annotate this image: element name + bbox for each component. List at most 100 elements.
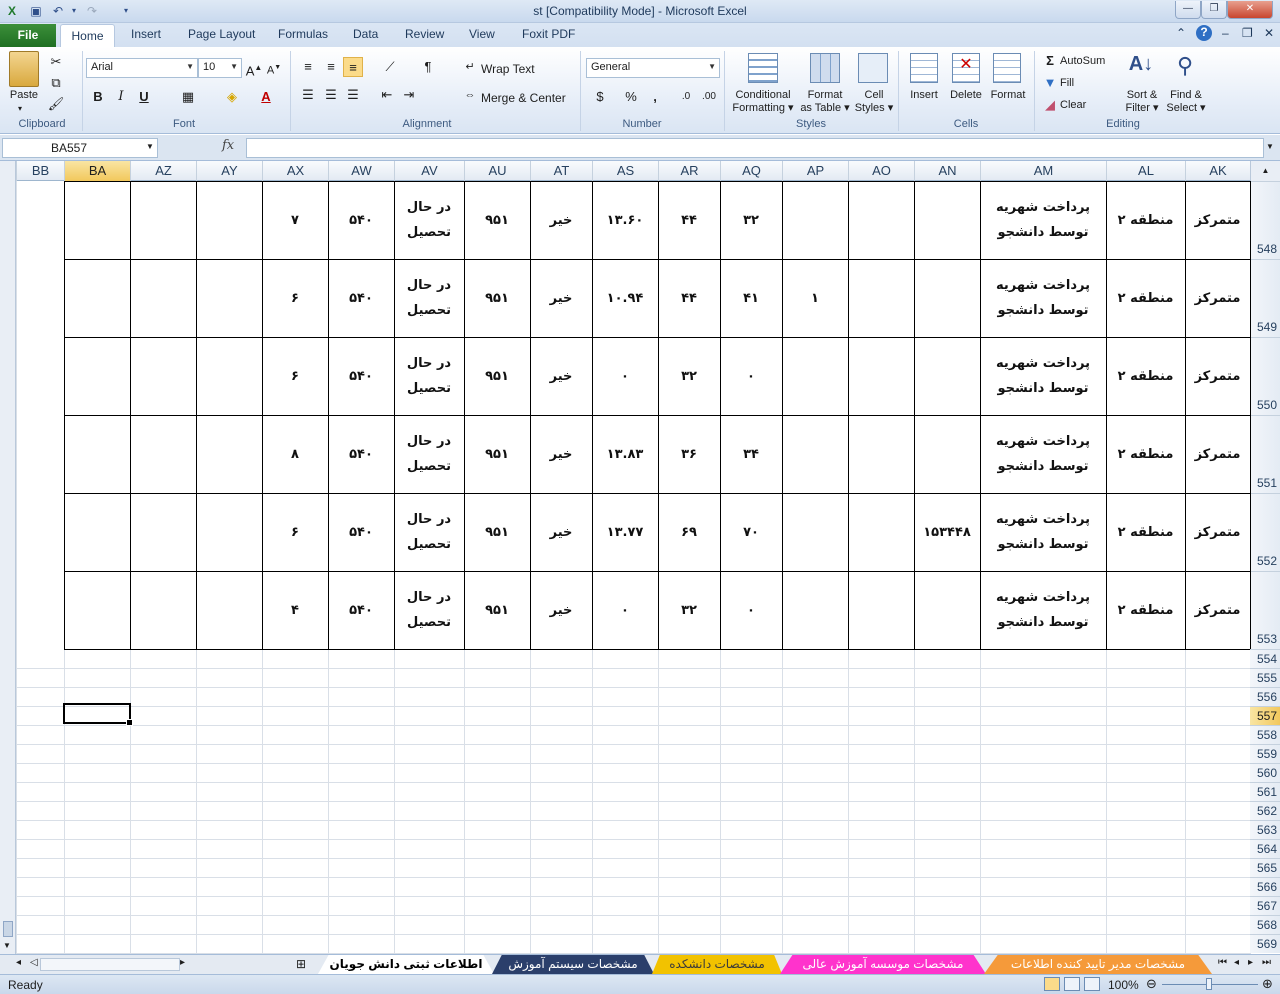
table-cell[interactable]: پرداخت شهریه توسط دانشجو [983,415,1103,493]
zoom-in-icon[interactable]: ⊕ [1262,976,1273,992]
row-header[interactable]: 548 [1250,181,1280,259]
underline-button[interactable]: U [134,87,154,107]
zoom-slider-thumb[interactable] [1206,978,1212,990]
workbook-restore-icon[interactable]: ❐ [1242,26,1253,40]
tab-scroll-left-icon[interactable]: ◂ [16,957,21,968]
table-cell[interactable]: ۳۲ [661,337,717,415]
tab-view[interactable]: View [469,27,495,41]
table-cell[interactable]: ۶۹ [661,493,717,571]
column-header[interactable]: AP [782,161,848,181]
table-cell[interactable]: ۰ [723,571,779,649]
align-left-icon[interactable]: ☰ [298,85,318,105]
font-color-icon[interactable]: A [256,87,276,107]
table-cell[interactable]: در حال تحصیل [397,571,461,649]
conditional-formatting-button[interactable]: Conditional Formatting ▾ [728,89,798,115]
row-header[interactable]: 568 [1250,915,1280,934]
column-header[interactable]: AK [1185,161,1250,181]
comma-button[interactable]: , [645,87,665,107]
table-cell[interactable]: ۱ [785,259,845,337]
sheet-tab[interactable]: مشخصات مدیر تایید کننده اطلاعات [984,955,1212,974]
table-cell[interactable] [917,571,977,649]
format-as-table-button[interactable]: Format as Table ▾ [798,89,852,115]
table-cell[interactable]: در حال تحصیل [397,181,461,259]
table-cell[interactable]: ۶ [265,337,325,415]
expand-formula-bar-icon[interactable]: ▼ [1266,142,1274,151]
column-header[interactable]: AS [592,161,658,181]
table-cell[interactable]: در حال تحصیل [397,259,461,337]
zoom-level[interactable]: 100% [1108,978,1139,992]
workbook-minimize-icon[interactable]: – [1222,26,1229,40]
name-box[interactable]: BA557 [2,138,158,158]
table-cell[interactable]: ۶ [265,259,325,337]
row-header[interactable]: 560 [1250,763,1280,782]
row-header[interactable]: 561 [1250,782,1280,801]
table-cell[interactable]: خیر [533,493,589,571]
align-middle-icon[interactable]: ≡ [321,57,341,77]
restore-button[interactable]: ❐ [1201,1,1227,19]
table-cell[interactable]: ۱۳.۷۷ [595,493,655,571]
currency-icon[interactable]: $ [590,87,610,107]
table-cell[interactable] [785,337,845,415]
table-cell[interactable]: پرداخت شهریه توسط دانشجو [983,337,1103,415]
table-cell[interactable]: متمرکز [1188,259,1247,337]
table-cell[interactable]: ۴۱ [723,259,779,337]
row-header[interactable]: 566 [1250,877,1280,896]
active-cell-selection[interactable] [63,703,133,726]
workbook-close-icon[interactable]: ✕ [1264,26,1274,40]
fill-color-icon[interactable]: ◈ [222,87,242,107]
row-header[interactable]: 557 [1250,706,1280,725]
table-cell[interactable]: خیر [533,181,589,259]
table-cell[interactable]: خیر [533,571,589,649]
table-cell[interactable]: خیر [533,415,589,493]
align-bottom-icon[interactable]: ≡ [343,57,363,77]
table-cell[interactable]: ۵۴۰ [331,415,391,493]
find-select-button[interactable]: Find & Select ▾ [1164,89,1208,115]
table-cell[interactable]: ۹۵۱ [467,337,527,415]
column-header[interactable]: BA [64,161,130,181]
table-cell[interactable]: منطقه ۲ [1109,181,1182,259]
sheet-tab[interactable]: اطلاعات ثبتی دانش جویان [318,955,494,974]
borders-icon[interactable]: ▦ [178,87,198,107]
column-header[interactable]: AU [464,161,530,181]
table-cell[interactable]: ۴ [265,571,325,649]
row-header[interactable]: 569 [1250,934,1280,953]
tab-last-icon[interactable]: ⏭ [1262,957,1271,968]
zoom-out-icon[interactable]: ⊖ [1146,976,1157,992]
tab-formulas[interactable]: Formulas [278,27,328,41]
table-cell[interactable]: منطقه ۲ [1109,415,1182,493]
column-header[interactable]: AM [980,161,1106,181]
italic-button[interactable]: I [111,87,131,107]
row-header[interactable]: 565 [1250,858,1280,877]
sheet-tab[interactable]: مشخصات موسسه آموزش عالی [780,955,986,974]
table-cell[interactable] [917,337,977,415]
column-header[interactable]: AV [394,161,464,181]
table-cell[interactable]: پرداخت شهریه توسط دانشجو [983,181,1103,259]
close-button[interactable]: ✕ [1227,1,1273,19]
table-cell[interactable]: متمرکز [1188,415,1247,493]
name-box-dropdown-icon[interactable]: ▼ [146,142,154,151]
table-cell[interactable]: ۵۴۰ [331,493,391,571]
column-header[interactable]: AY [196,161,262,181]
column-header[interactable]: AR [658,161,720,181]
table-cell[interactable]: ۳۴ [723,415,779,493]
tab-foxit-pdf[interactable]: Foxit PDF [522,27,575,41]
table-cell[interactable]: ۵۴۰ [331,571,391,649]
tab-scroll-prev-icon[interactable]: ◁ [30,957,38,968]
tab-first-icon[interactable]: ⏮ [1218,957,1227,968]
table-cell[interactable]: ۱۰.۹۴ [595,259,655,337]
format-cells-button[interactable]: Format [988,89,1028,102]
row-header[interactable]: 563 [1250,820,1280,839]
row-header[interactable]: 553 [1250,571,1280,649]
table-cell[interactable]: در حال تحصیل [397,415,461,493]
decrease-decimal-icon[interactable]: .00 [699,87,719,107]
paste-icon[interactable] [9,51,39,87]
table-cell[interactable]: ۰ [595,337,655,415]
delete-cells-button[interactable]: Delete [946,89,986,102]
minimize-ribbon-icon[interactable]: ⌃ [1176,26,1186,40]
autosum-button[interactable]: AutoSum [1060,55,1105,68]
table-cell[interactable]: منطقه ۲ [1109,259,1182,337]
table-cell[interactable] [917,181,977,259]
tab-home[interactable]: Home [60,24,115,48]
paste-dropdown-icon[interactable]: ▾ [18,102,22,115]
column-header[interactable]: AL [1106,161,1185,181]
